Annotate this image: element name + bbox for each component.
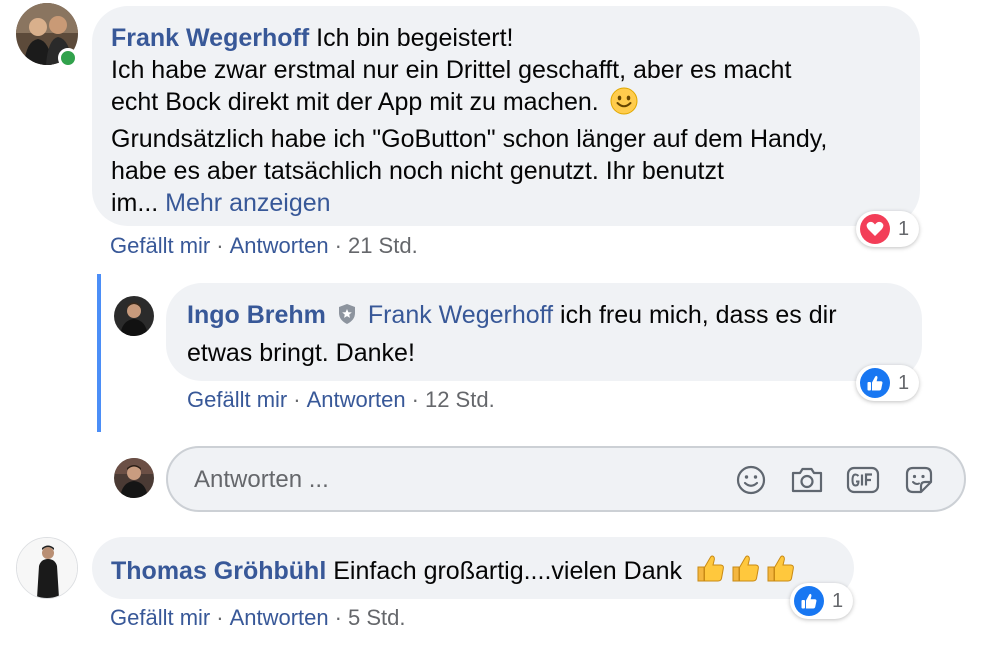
- comment-text-line: im...: [111, 189, 159, 217]
- reply-actions: Gefällt mir · Antworten · 12 Std.: [187, 387, 495, 413]
- comment-text-line: Grundsätzlich habe ich "GoButton" schon …: [111, 125, 828, 153]
- mention-link[interactable]: Frank Wegerhoff: [368, 301, 553, 329]
- comment-text-line: habe es aber tatsächlich noch nicht genu…: [111, 157, 724, 185]
- reply-button[interactable]: Antworten: [307, 387, 406, 412]
- see-more-link[interactable]: Mehr anzeigen: [165, 189, 330, 217]
- reply-author[interactable]: Ingo Brehm: [187, 301, 326, 329]
- separator: ·: [334, 605, 342, 630]
- reply-thread-line: [97, 274, 101, 432]
- comment-text-line: echt Bock direkt mit der App mit zu mach…: [111, 88, 599, 116]
- reaction-count: 1: [832, 589, 844, 612]
- separator: ·: [293, 387, 301, 412]
- separator: ·: [411, 387, 419, 412]
- reply-button[interactable]: Antworten: [230, 233, 329, 258]
- like-button[interactable]: Gefällt mir: [110, 605, 210, 630]
- gif-icon[interactable]: [846, 463, 880, 497]
- separator: ·: [216, 233, 224, 258]
- online-status-indicator: [58, 48, 78, 68]
- reaction-summary[interactable]: 1: [790, 583, 854, 619]
- reply-text-line: etwas bringt. Danke!: [187, 339, 415, 367]
- comment-timestamp[interactable]: 5 Std.: [348, 605, 405, 630]
- comment-bubble: Frank Wegerhoff Ich bin begeistert! Ich …: [92, 6, 920, 226]
- comment-text-line: Ich habe zwar erstmal nur ein Drittel ge…: [111, 56, 792, 84]
- comment-author[interactable]: Thomas Gröhbühl: [111, 557, 326, 585]
- smiley-emoji-icon: [610, 87, 638, 123]
- like-button[interactable]: Gefällt mir: [110, 233, 210, 258]
- sticker-icon[interactable]: [902, 463, 936, 497]
- reply-timestamp[interactable]: 12 Std.: [425, 387, 495, 412]
- like-button[interactable]: Gefällt mir: [187, 387, 287, 412]
- comment-actions: Gefällt mir · Antworten · 21 Std.: [110, 233, 418, 259]
- comment-bubble: Thomas Gröhbühl Einfach großartig....vie…: [92, 537, 854, 599]
- emoji-icon[interactable]: [734, 463, 768, 497]
- reaction-count: 1: [898, 217, 910, 240]
- reply-bubble: Ingo Brehm Frank Wegerhoff ich freu mich…: [166, 283, 922, 381]
- reply-text-line: ich freu mich, dass es dir: [560, 301, 837, 329]
- separator: ·: [216, 605, 224, 630]
- avatar-ingo[interactable]: [114, 296, 154, 336]
- like-reaction-icon: [860, 368, 890, 398]
- avatar-thomas[interactable]: [16, 537, 78, 599]
- comment-timestamp[interactable]: 21 Std.: [348, 233, 418, 258]
- camera-icon[interactable]: [790, 463, 824, 497]
- love-reaction-icon: [860, 214, 890, 244]
- shield-icon: [337, 301, 357, 333]
- like-reaction-icon: [794, 586, 824, 616]
- comment-actions: Gefällt mir · Antworten · 5 Std.: [110, 605, 405, 631]
- reaction-count: 1: [898, 371, 910, 394]
- reply-input[interactable]: [192, 461, 716, 499]
- reply-composer: [166, 446, 966, 512]
- separator: ·: [334, 233, 342, 258]
- reaction-summary[interactable]: 1: [856, 211, 920, 247]
- comment-text: Einfach großartig....vielen Dank: [333, 557, 683, 585]
- reaction-summary[interactable]: 1: [856, 365, 920, 401]
- comment-text-line: Ich bin begeistert!: [316, 24, 514, 52]
- reply-button[interactable]: Antworten: [230, 605, 329, 630]
- current-user-avatar[interactable]: [114, 458, 154, 498]
- thumbs-up-emoji-icon: [695, 552, 799, 592]
- comment-author[interactable]: Frank Wegerhoff: [111, 24, 309, 52]
